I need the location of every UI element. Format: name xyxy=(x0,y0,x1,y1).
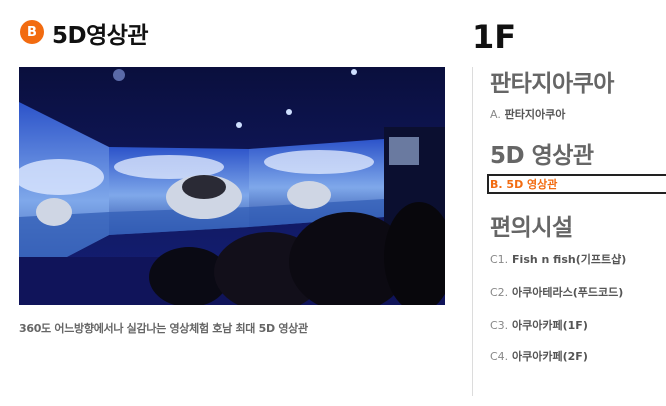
menu-item-fantasia[interactable]: A. 판타지아쿠아 xyxy=(490,106,565,122)
group-title-5d: 5D 영상관 xyxy=(490,143,594,169)
menu-item-prefix: A. xyxy=(490,108,501,121)
menu-item-label: 판타지아쿠아 xyxy=(504,108,566,121)
menu-item-prefix: C1. xyxy=(490,253,509,266)
divider xyxy=(472,67,473,396)
menu-item-label: 아쿠아테라스(푸드코드) xyxy=(512,286,624,299)
menu-item-prefix: C3. xyxy=(490,319,509,332)
menu-item-5d-theater[interactable]: B. 5D 영상관 xyxy=(487,174,666,194)
menu-item-food-court[interactable]: C2. 아쿠아테라스(푸드코드) xyxy=(490,284,623,300)
menu-item-gift-shop[interactable]: C1. Fish n fish(기프트샵) xyxy=(490,251,626,267)
menu-item-prefix: B. xyxy=(490,178,503,191)
group-title-amenities: 편의시설 xyxy=(490,215,573,241)
section-badge: B xyxy=(20,20,44,44)
menu-item-cafe-2f[interactable]: C4. 아쿠아카페(2F) xyxy=(490,348,588,364)
photo-caption: 360도 어느방향에서나 실감나는 영상체험 호남 최대 5D 영상관 xyxy=(19,322,308,335)
floor-label: 1F xyxy=(472,18,517,56)
menu-item-cafe-1f[interactable]: C3. 아쿠아카페(1F) xyxy=(490,317,588,333)
menu-item-prefix: C2. xyxy=(490,286,509,299)
menu-item-label: 아쿠아카페(1F) xyxy=(512,319,588,332)
group-title-fantasia: 판타지아쿠아 xyxy=(490,71,614,97)
menu-item-prefix: C4. xyxy=(490,350,509,363)
page-title: 5D영상관 xyxy=(52,23,149,49)
menu-item-label: Fish n fish(기프트샵) xyxy=(512,253,627,266)
menu-item-label: 아쿠아카페(2F) xyxy=(512,350,588,363)
theater-photo xyxy=(19,67,445,305)
menu-item-label: 5D 영상관 xyxy=(506,178,558,191)
